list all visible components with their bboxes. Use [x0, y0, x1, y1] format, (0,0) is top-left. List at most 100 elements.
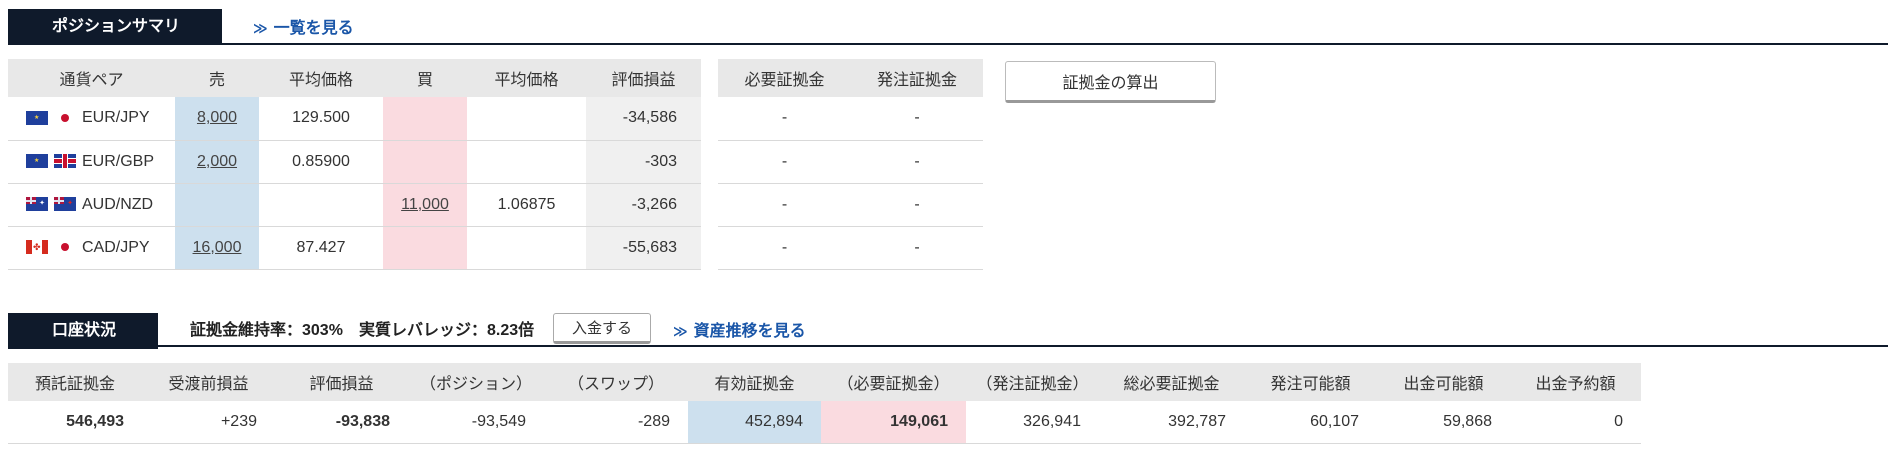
required-margin-cell: - — [718, 183, 851, 227]
pl-cell: -55,683 — [586, 226, 701, 270]
pair-cell: AUD/NZD — [8, 183, 175, 227]
double-chevron-right-icon: ≫ — [673, 323, 688, 339]
col-swap: （スワップ） — [544, 363, 688, 401]
col-sell-avg: 平均価格 — [259, 59, 383, 97]
calculate-margin-button[interactable]: 証拠金の算出 — [1005, 61, 1216, 103]
col-valuation-pl: 評価損益 — [275, 363, 408, 401]
jp-flag-icon — [54, 111, 76, 126]
position-table: 通貨ペア 売 平均価格 買 平均価格 評価損益 EUR/JPY 8,000 12… — [8, 59, 701, 270]
sell-avg-cell — [259, 183, 383, 227]
withdrawal-reserved-value: 0 — [1510, 401, 1641, 444]
table-row: -- — [718, 140, 983, 184]
position-value: -93,549 — [408, 401, 544, 444]
eu-flag-icon — [26, 111, 48, 126]
required-margin-cell: - — [718, 97, 851, 141]
col-effective-margin: 有効証拠金 — [688, 363, 821, 401]
col-sell: 売 — [175, 59, 259, 97]
col-position: （ポジション） — [408, 363, 544, 401]
pre-settlement-pl-value: +239 — [142, 401, 275, 444]
account-status-rule — [8, 345, 1888, 347]
col-buy-avg: 平均価格 — [467, 59, 586, 97]
sell-cell: 2,000 — [175, 140, 259, 184]
col-withdrawal-reserved: 出金予約額 — [1510, 363, 1641, 401]
pl-cell: -3,266 — [586, 183, 701, 227]
table-row: -- — [718, 226, 983, 270]
position-summary-rule — [8, 43, 1888, 45]
order-margin-cell: - — [851, 183, 983, 227]
buy-amount-link[interactable]: 11,000 — [401, 196, 449, 213]
pl-cell: -34,586 — [586, 97, 701, 141]
col-order-margin: 発注証拠金 — [851, 59, 983, 97]
au-flag-icon — [26, 197, 48, 212]
deposit-button[interactable]: 入金する — [553, 313, 651, 344]
buy-cell: 11,000 — [383, 183, 467, 227]
col-withdrawable-amount: 出金可能額 — [1377, 363, 1510, 401]
order-margin-cell: - — [851, 140, 983, 184]
pair-cell: EUR/GBP — [8, 140, 175, 184]
margin-table: 必要証拠金 発注証拠金 -- -- -- -- — [718, 59, 983, 270]
buy-cell — [383, 140, 467, 184]
sell-avg-cell: 129.500 — [259, 97, 383, 141]
col-deposit-margin: 預託証拠金 — [8, 363, 142, 401]
buy-avg-cell — [467, 97, 586, 141]
position-list-link-label: 一覧を見る — [273, 20, 354, 37]
order-margin-cell: - — [851, 226, 983, 270]
col-required-margin: 必要証拠金 — [718, 59, 851, 97]
order-margin-value: 326,941 — [966, 401, 1099, 444]
required-margin-cell: - — [718, 226, 851, 270]
sell-avg-cell: 0.85900 — [259, 140, 383, 184]
maintenance-ratio: 証拠金維持率：303% — [190, 322, 343, 339]
total-required-margin-value: 392,787 — [1099, 401, 1244, 444]
pair-label: CAD/JPY — [82, 238, 150, 256]
position-summary-title: ポジションサマリ — [8, 9, 222, 45]
margin-table-header: 必要証拠金 発注証拠金 — [718, 59, 983, 97]
order-margin-cell: - — [851, 97, 983, 141]
jp-flag-icon — [54, 240, 76, 255]
buy-cell — [383, 97, 467, 141]
sell-avg-cell: 87.427 — [259, 226, 383, 270]
sell-cell: 16,000 — [175, 226, 259, 270]
effective-leverage: 実質レバレッジ：8.23倍 — [359, 322, 535, 339]
required-margin-value: 149,061 — [821, 401, 966, 444]
sell-amount-link[interactable]: 8,000 — [197, 109, 237, 126]
account-status-title: 口座状況 — [8, 313, 158, 349]
gb-flag-icon — [54, 154, 76, 169]
sell-amount-link[interactable]: 16,000 — [193, 239, 242, 256]
pl-cell: -303 — [586, 140, 701, 184]
withdrawable-amount-value: 59,868 — [1377, 401, 1510, 444]
nz-flag-icon — [54, 197, 76, 212]
asset-history-link-label: 資産推移を見る — [693, 323, 806, 340]
position-table-header: 通貨ペア 売 平均価格 買 平均価格 評価損益 — [8, 59, 701, 97]
pair-label: EUR/JPY — [82, 109, 150, 127]
pair-cell: EUR/JPY — [8, 97, 175, 141]
table-row: CAD/JPY 16,000 87.427 -55,683 — [8, 226, 701, 270]
col-pre-settlement-pl: 受渡前損益 — [142, 363, 275, 401]
position-list-link[interactable]: ≫ 一覧を見る — [253, 14, 354, 38]
table-row: EUR/GBP 2,000 0.85900 -303 — [8, 140, 701, 184]
deposit-margin-value: 546,493 — [8, 401, 142, 444]
pair-cell: CAD/JPY — [8, 226, 175, 270]
account-table: 預託証拠金 受渡前損益 評価損益 （ポジション） （スワップ） 有効証拠金 （必… — [8, 363, 1641, 444]
table-row: -- — [718, 97, 983, 141]
account-table-header: 預託証拠金 受渡前損益 評価損益 （ポジション） （スワップ） 有効証拠金 （必… — [8, 363, 1641, 401]
pair-label: EUR/GBP — [82, 152, 155, 170]
asset-history-link[interactable]: ≫ 資産推移を見る — [673, 317, 806, 341]
col-pair: 通貨ペア — [8, 59, 175, 97]
buy-cell — [383, 226, 467, 270]
col-required-margin: （必要証拠金） — [821, 363, 966, 401]
table-row: -- — [718, 183, 983, 227]
buy-avg-cell — [467, 226, 586, 270]
buy-avg-cell — [467, 140, 586, 184]
table-row: EUR/JPY 8,000 129.500 -34,586 — [8, 97, 701, 141]
swap-value: -289 — [544, 401, 688, 444]
buy-avg-cell: 1.06875 — [467, 183, 586, 227]
col-pl: 評価損益 — [586, 59, 701, 97]
effective-margin-value: 452,894 — [688, 401, 821, 444]
valuation-pl-value: -93,838 — [275, 401, 408, 444]
double-chevron-right-icon: ≫ — [253, 20, 268, 36]
col-total-required-margin: 総必要証拠金 — [1099, 363, 1244, 401]
col-order-margin: （発注証拠金） — [966, 363, 1099, 401]
eu-flag-icon — [26, 154, 48, 169]
col-orderable-amount: 発注可能額 — [1244, 363, 1377, 401]
sell-amount-link[interactable]: 2,000 — [197, 153, 237, 170]
